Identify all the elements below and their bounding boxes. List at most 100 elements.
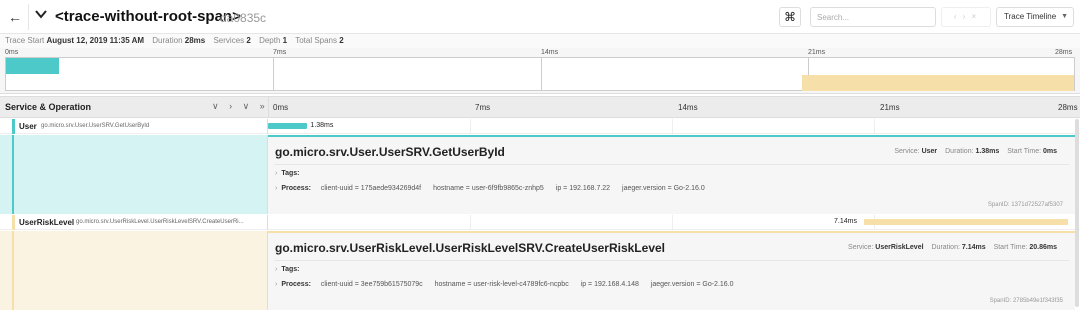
process-label: Process: (281, 281, 311, 288)
span-bar[interactable] (268, 123, 308, 129)
expand-collapse-controls[interactable]: ∨ › ∨ » (212, 101, 269, 112)
minimap-tick: 0ms (5, 49, 19, 56)
detail-start-label: Start Time: (1007, 148, 1042, 155)
process-tag: jaeger.version = Go-2.16.0 (622, 185, 705, 192)
service-color-marker (12, 231, 14, 310)
span-timeline[interactable]: 7.14ms (268, 215, 1080, 230)
trace-start-value: August 12, 2019 11:35 AM (46, 36, 145, 45)
search-input[interactable] (810, 7, 936, 27)
trace-id: da0835c (220, 11, 267, 25)
tags-toggle[interactable]: › Tags: (275, 266, 300, 273)
command-key-icon: ⌘ (784, 10, 796, 24)
process-tag: client-uuid = 3ee759b61575079c (320, 281, 423, 288)
tags-label: Tags: (281, 170, 300, 177)
process-tag: ip = 192.168.7.22 (555, 185, 611, 192)
chevron-right-icon: › (275, 266, 278, 273)
detail-service-label: Service: (894, 148, 920, 155)
total-spans-value: 2 (339, 36, 344, 45)
tags-toggle[interactable]: › Tags: (275, 170, 300, 177)
duration-value: 28ms (184, 36, 206, 45)
timeline-gridline (470, 215, 471, 230)
detail-duration-value: 7.14ms (961, 244, 986, 251)
detail-operation-name: go.micro.srv.UserRiskLevel.UserRiskLevel… (275, 241, 665, 255)
view-select[interactable]: Trace Timeline ▼ (996, 7, 1074, 27)
detail-duration-value: 1.38ms (975, 148, 1000, 155)
detail-summary: Service: UserRiskLevel Duration: 7.14ms … (848, 244, 1063, 251)
span-duration-label: 1.38ms (310, 122, 334, 129)
span-list: User go.micro.srv.User.UserSRV.GetUserBy… (0, 119, 1080, 317)
minimap-tick: 28ms (1055, 49, 1073, 56)
detail-start-value: 0ms (1042, 148, 1057, 155)
vertical-scrollbar[interactable] (1075, 119, 1079, 307)
services-label: Services (213, 36, 245, 45)
duration-label: Duration (152, 36, 183, 45)
span-id: SpanID: 2785b49e1f343f35 (990, 298, 1063, 304)
chevron-right-icon: › (275, 170, 278, 177)
span-service-cell[interactable]: User go.micro.srv.User.UserSRV.GetUserBy… (0, 119, 268, 134)
minimap-tick: 7ms (273, 49, 287, 56)
timeline-gridline (470, 119, 471, 134)
header-divider (28, 4, 29, 30)
minimap-canvas[interactable] (5, 57, 1075, 91)
service-color-marker (12, 215, 15, 230)
process-tag: hostname = user-6f9fb9865c-znhp5 (433, 185, 544, 192)
minimap-gridline (541, 58, 542, 90)
depth-value: 1 (282, 36, 288, 45)
detail-divider (274, 260, 1069, 261)
chevron-down-icon (35, 10, 47, 19)
span-service-cell[interactable]: UserRiskLevel go.micro.srv.UserRiskLevel… (0, 215, 268, 230)
detail-operation-name: go.micro.srv.User.UserSRV.GetUserById (275, 145, 505, 159)
services-value: 2 (246, 36, 251, 45)
back-button[interactable]: ← (5, 8, 25, 26)
span-detail-gutter (0, 135, 268, 214)
minimap-gridline (273, 58, 274, 90)
trace-title: <trace-without-root-span> (55, 8, 241, 25)
span-timeline[interactable]: 1.38ms (268, 119, 1080, 134)
process-toggle[interactable]: › Process: client-uuid = 175aede934269d4f… (275, 185, 715, 192)
timeline-gridline (874, 119, 875, 134)
service-operation-header: Service & Operation (5, 102, 92, 112)
view-select-label: Trace Timeline (1004, 12, 1057, 21)
keyboard-shortcuts-button[interactable]: ⌘ (779, 7, 801, 27)
ruler-tick: 14ms (678, 103, 698, 112)
detail-start-label: Start Time: (993, 244, 1028, 251)
minimap-span-user (6, 58, 59, 74)
ruler-tick: 28ms (1058, 103, 1078, 112)
column-divider[interactable] (268, 97, 269, 117)
detail-duration-label: Duration: (945, 148, 974, 155)
tags-label: Tags: (281, 266, 300, 273)
span-id: SpanID: 1371d72527af5307 (988, 202, 1063, 208)
span-row[interactable]: UserRiskLevel go.micro.srv.UserRiskLevel… (0, 215, 1080, 230)
collapse-toggle[interactable] (34, 7, 50, 27)
detail-service-label: Service: (848, 244, 874, 251)
detail-service-value: UserRiskLevel (875, 244, 924, 251)
span-duration-label: 7.14ms (834, 218, 857, 225)
minimap-tick: 21ms (808, 49, 826, 56)
detail-start-value: 20.86ms (1029, 244, 1057, 251)
process-tag: jaeger.version = Go-2.16.0 (650, 281, 734, 288)
process-tag: client-uuid = 175aede934269d4f (320, 185, 422, 192)
chevron-down-icon: ▼ (1061, 13, 1068, 20)
total-spans-label: Total Spans (295, 36, 338, 45)
timeline-gridline (672, 119, 673, 134)
span-id-value: 2785b49e1f343f35 (1012, 298, 1063, 304)
search-nav-buttons[interactable]: ‹ › × (941, 7, 991, 27)
span-bar[interactable] (864, 219, 1068, 225)
trace-header: ← <trace-without-root-span> da0835c ⌘ ‹ … (0, 0, 1080, 34)
minimap-tick: 14ms (541, 49, 559, 56)
span-id-label: SpanID: (989, 298, 1012, 304)
service-name: User (19, 122, 37, 131)
trace-meta: Trace Start August 12, 2019 11:35 AM Dur… (0, 34, 1080, 48)
process-label: Process: (281, 185, 311, 192)
ruler-tick: 21ms (880, 103, 900, 112)
detail-accent-border (268, 231, 1075, 233)
ruler-tick: 0ms (273, 103, 289, 112)
minimap-span-userrisklevel (801, 75, 1074, 91)
depth-label: Depth (259, 36, 281, 45)
ruler-tick: 7ms (475, 103, 491, 112)
service-name: UserRiskLevel (19, 218, 75, 227)
trace-minimap[interactable]: 0ms 7ms 14ms 21ms 28ms (0, 48, 1080, 94)
span-row[interactable]: User go.micro.srv.User.UserSRV.GetUserBy… (0, 119, 1080, 134)
detail-duration-label: Duration: (931, 244, 960, 251)
process-toggle[interactable]: › Process: client-uuid = 3ee759b61575079c… (275, 281, 744, 288)
